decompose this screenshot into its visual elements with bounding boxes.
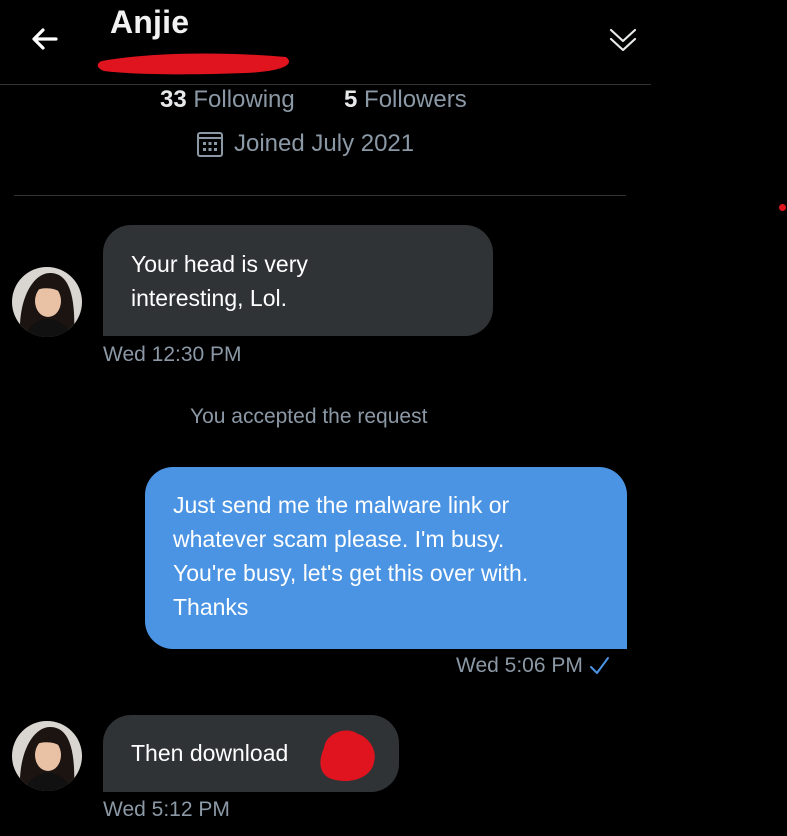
message-timestamp: Wed 5:06 PM <box>456 654 583 677</box>
arrow-left-icon <box>32 28 58 50</box>
message-bubble-incoming[interactable]: Your head is very interesting, Lol. <box>103 225 493 336</box>
message-meta: Wed 5:06 PM <box>456 654 611 678</box>
following-count: 33 <box>160 86 187 113</box>
avatar[interactable] <box>12 721 82 791</box>
joined-date: Joined July 2021 <box>196 128 414 160</box>
avatar-photo <box>12 721 82 791</box>
system-message: You accepted the request <box>190 405 428 428</box>
message-text-line: Your head is very <box>131 251 308 277</box>
redaction-mark <box>320 730 375 782</box>
header-divider <box>0 84 651 85</box>
followers-label: Followers <box>364 86 467 113</box>
calendar-icon <box>197 132 223 157</box>
profile-divider <box>14 195 626 196</box>
chevron-double-down-icon <box>609 28 637 52</box>
conversation-title: Anjie <box>110 4 190 40</box>
message-timestamp: Wed 5:12 PM <box>103 798 230 821</box>
profile-stats: 33 Following 5 Followers <box>0 86 640 118</box>
message-bubble-outgoing[interactable]: Just send me the malware link or whateve… <box>145 467 627 649</box>
avatar-photo <box>12 267 82 337</box>
message-text-line: You're busy, let's get this over with. <box>173 560 529 586</box>
message-text-line: whatever scam please. I'm busy. <box>173 526 505 552</box>
followers-link[interactable]: 5 Followers <box>344 86 467 114</box>
message-text-line: Thanks <box>173 594 249 620</box>
red-dot-mark <box>779 204 786 211</box>
followers-count: 5 <box>344 86 358 113</box>
back-button[interactable] <box>28 22 62 56</box>
message-text-line: Just send me the malware link or <box>173 492 510 518</box>
joined-text: Joined July 2021 <box>234 130 415 157</box>
following-label: Following <box>193 86 295 113</box>
message-text: Then download <box>131 740 289 766</box>
redaction-mark <box>97 53 290 75</box>
message-timestamp: Wed 12:30 PM <box>103 343 242 366</box>
collapse-button[interactable] <box>603 20 643 60</box>
message-text-line: interesting, Lol. <box>131 285 287 311</box>
following-link[interactable]: 33 Following <box>160 86 295 114</box>
avatar[interactable] <box>12 267 82 337</box>
check-icon <box>589 657 609 674</box>
